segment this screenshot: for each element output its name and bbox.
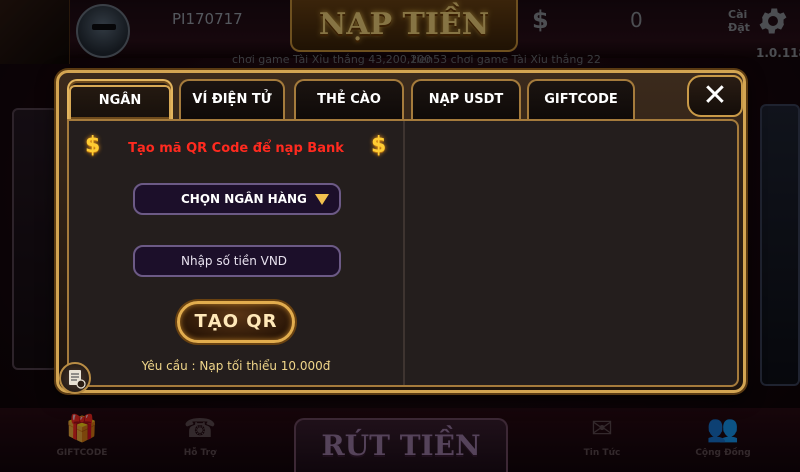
tab-label: GIFTCODE (544, 92, 618, 107)
bank-select-label: CHỌN NGÂN HÀNG (181, 192, 307, 206)
receipt-icon (69, 370, 86, 389)
tab-label: NẠP USDT (428, 92, 504, 107)
qr-title-text: Tạo mã QR Code để nạp Bank (128, 141, 344, 156)
history-icon[interactable] (59, 362, 91, 394)
tab-usdt[interactable]: NẠP USDT (411, 79, 521, 119)
chevron-down-icon (315, 194, 329, 205)
tab-scratch-card[interactable]: THẺ CÀO (294, 79, 404, 119)
tab-label: VÍ ĐIỆN TỬ (192, 92, 272, 107)
bank-select[interactable]: CHỌN NGÂN HÀNG (133, 183, 341, 215)
tab-label: THẺ CÀO (317, 92, 381, 107)
min-deposit-note: Yêu cầu : Nạp tối thiểu 10.000đ (141, 359, 331, 373)
amount-input[interactable] (133, 245, 341, 277)
qr-title: Tạo mã QR Code để nạp Bank (69, 137, 403, 156)
tab-e-wallet[interactable]: VÍ ĐIỆN TỬ (179, 79, 285, 119)
close-button[interactable]: ✕ (687, 75, 743, 117)
panel-divider (403, 121, 405, 385)
bank-deposit-panel: $ $ Tạo mã QR Code để nạp Bank CHỌN NGÂN… (67, 119, 739, 387)
create-qr-button[interactable]: TẠO QR (177, 301, 295, 343)
tab-giftcode[interactable]: GIFTCODE (527, 79, 635, 119)
tab-bank[interactable]: NGÂN HÀNG (67, 79, 173, 145)
close-icon: ✕ (702, 78, 728, 113)
deposit-modal: NGÂN HÀNG VÍ ĐIỆN TỬ THẺ CÀO NẠP USDT GI… (56, 70, 746, 394)
